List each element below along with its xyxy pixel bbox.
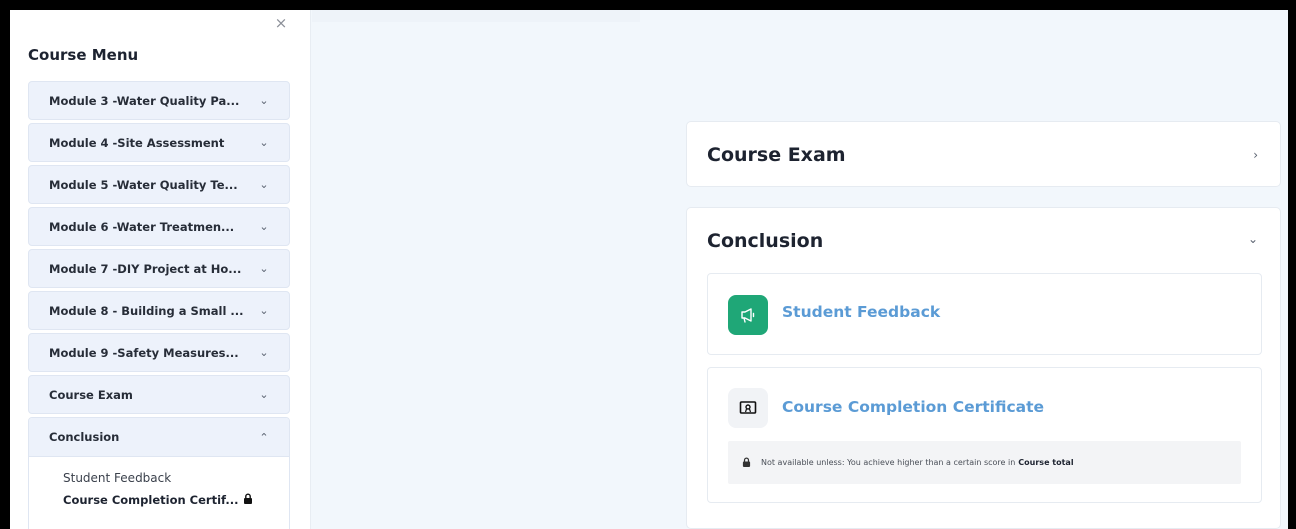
activity-course-completion-certificate: Course Completion Certificate Not availa…: [707, 367, 1262, 503]
course-menu-title: Course Menu: [28, 46, 139, 64]
top-bar-strip: [312, 10, 640, 22]
menu-item-module-4[interactable]: Module 4 -Site Assessment ⌄: [28, 123, 290, 162]
menu-item-label: Module 3 -Water Quality Pa...: [49, 93, 240, 108]
menu-item-module-8[interactable]: Module 8 - Building a Small ... ⌄: [28, 291, 290, 330]
chevron-right-icon: ›: [1253, 148, 1258, 162]
menu-item-label: Module 8 - Building a Small ...: [49, 303, 244, 318]
megaphone-icon: [728, 295, 768, 335]
menu-item-conclusion[interactable]: Conclusion ⌃: [29, 418, 289, 457]
menu-item-course-exam[interactable]: Course Exam ⌄: [28, 375, 290, 414]
course-completion-certificate-link[interactable]: Course Completion Certificate: [782, 398, 1044, 416]
menu-item-label: Module 6 -Water Treatmen...: [49, 219, 235, 234]
chevron-down-icon: ⌄: [259, 388, 269, 401]
student-feedback-link[interactable]: Student Feedback: [782, 303, 940, 321]
chevron-down-icon: ⌄: [259, 304, 269, 317]
chevron-down-icon[interactable]: ⌄: [1248, 232, 1258, 246]
menu-item-module-5[interactable]: Module 5 -Water Quality Te... ⌄: [28, 165, 290, 204]
section-title: Course Exam: [707, 144, 846, 166]
sub-item-student-feedback[interactable]: Student Feedback: [29, 467, 289, 489]
chevron-down-icon: ⌄: [259, 220, 269, 233]
close-sidebar-button[interactable]: ×: [272, 14, 290, 32]
activity-student-feedback: Student Feedback: [707, 273, 1262, 355]
chevron-down-icon: ⌄: [259, 136, 269, 149]
conclusion-section: Conclusion ⌄ Student Feedback Course Com…: [686, 207, 1281, 529]
chevron-down-icon: ⌄: [259, 346, 269, 359]
course-menu-list: Module 3 -Water Quality Pa... ⌄ Module 4…: [28, 81, 290, 529]
chevron-down-icon: ⌄: [259, 94, 269, 107]
menu-item-label: Module 7 -DIY Project at Ho...: [49, 261, 242, 276]
sub-item-course-completion-certificate[interactable]: Course Completion Certif...: [29, 489, 289, 511]
restriction-text: Not available unless: You achieve higher…: [761, 458, 1016, 467]
course-menu-sidebar: × Course Menu Module 3 -Water Quality Pa…: [10, 10, 311, 529]
chevron-down-icon: ⌄: [259, 262, 269, 275]
menu-item-module-3[interactable]: Module 3 -Water Quality Pa... ⌄: [28, 81, 290, 120]
menu-item-label: Module 4 -Site Assessment: [49, 135, 225, 150]
certificate-icon: [728, 388, 768, 428]
chevron-down-icon: ⌄: [259, 178, 269, 191]
lock-icon: [243, 489, 253, 511]
menu-item-label: Module 5 -Water Quality Te...: [49, 177, 238, 192]
course-exam-section[interactable]: Course Exam ›: [686, 121, 1281, 187]
restriction-bold-text: Course total: [1018, 458, 1074, 467]
sub-item-label: Course Completion Certif...: [63, 493, 239, 507]
menu-item-label: Course Exam: [49, 387, 133, 402]
lock-icon: [742, 457, 751, 469]
menu-item-module-9[interactable]: Module 9 -Safety Measures... ⌄: [28, 333, 290, 372]
section-title: Conclusion: [707, 230, 824, 252]
menu-item-module-6[interactable]: Module 6 -Water Treatmen... ⌄: [28, 207, 290, 246]
menu-item-label: Module 9 -Safety Measures...: [49, 345, 239, 360]
menu-item-label: Conclusion: [49, 430, 120, 444]
restriction-notice: Not available unless: You achieve higher…: [728, 441, 1241, 484]
app-frame: × Course Menu Module 3 -Water Quality Pa…: [10, 10, 1288, 529]
menu-item-module-7[interactable]: Module 7 -DIY Project at Ho... ⌄: [28, 249, 290, 288]
menu-group-conclusion: Conclusion ⌃ Student Feedback Course Com…: [28, 417, 290, 529]
chevron-up-icon: ⌃: [259, 430, 269, 444]
